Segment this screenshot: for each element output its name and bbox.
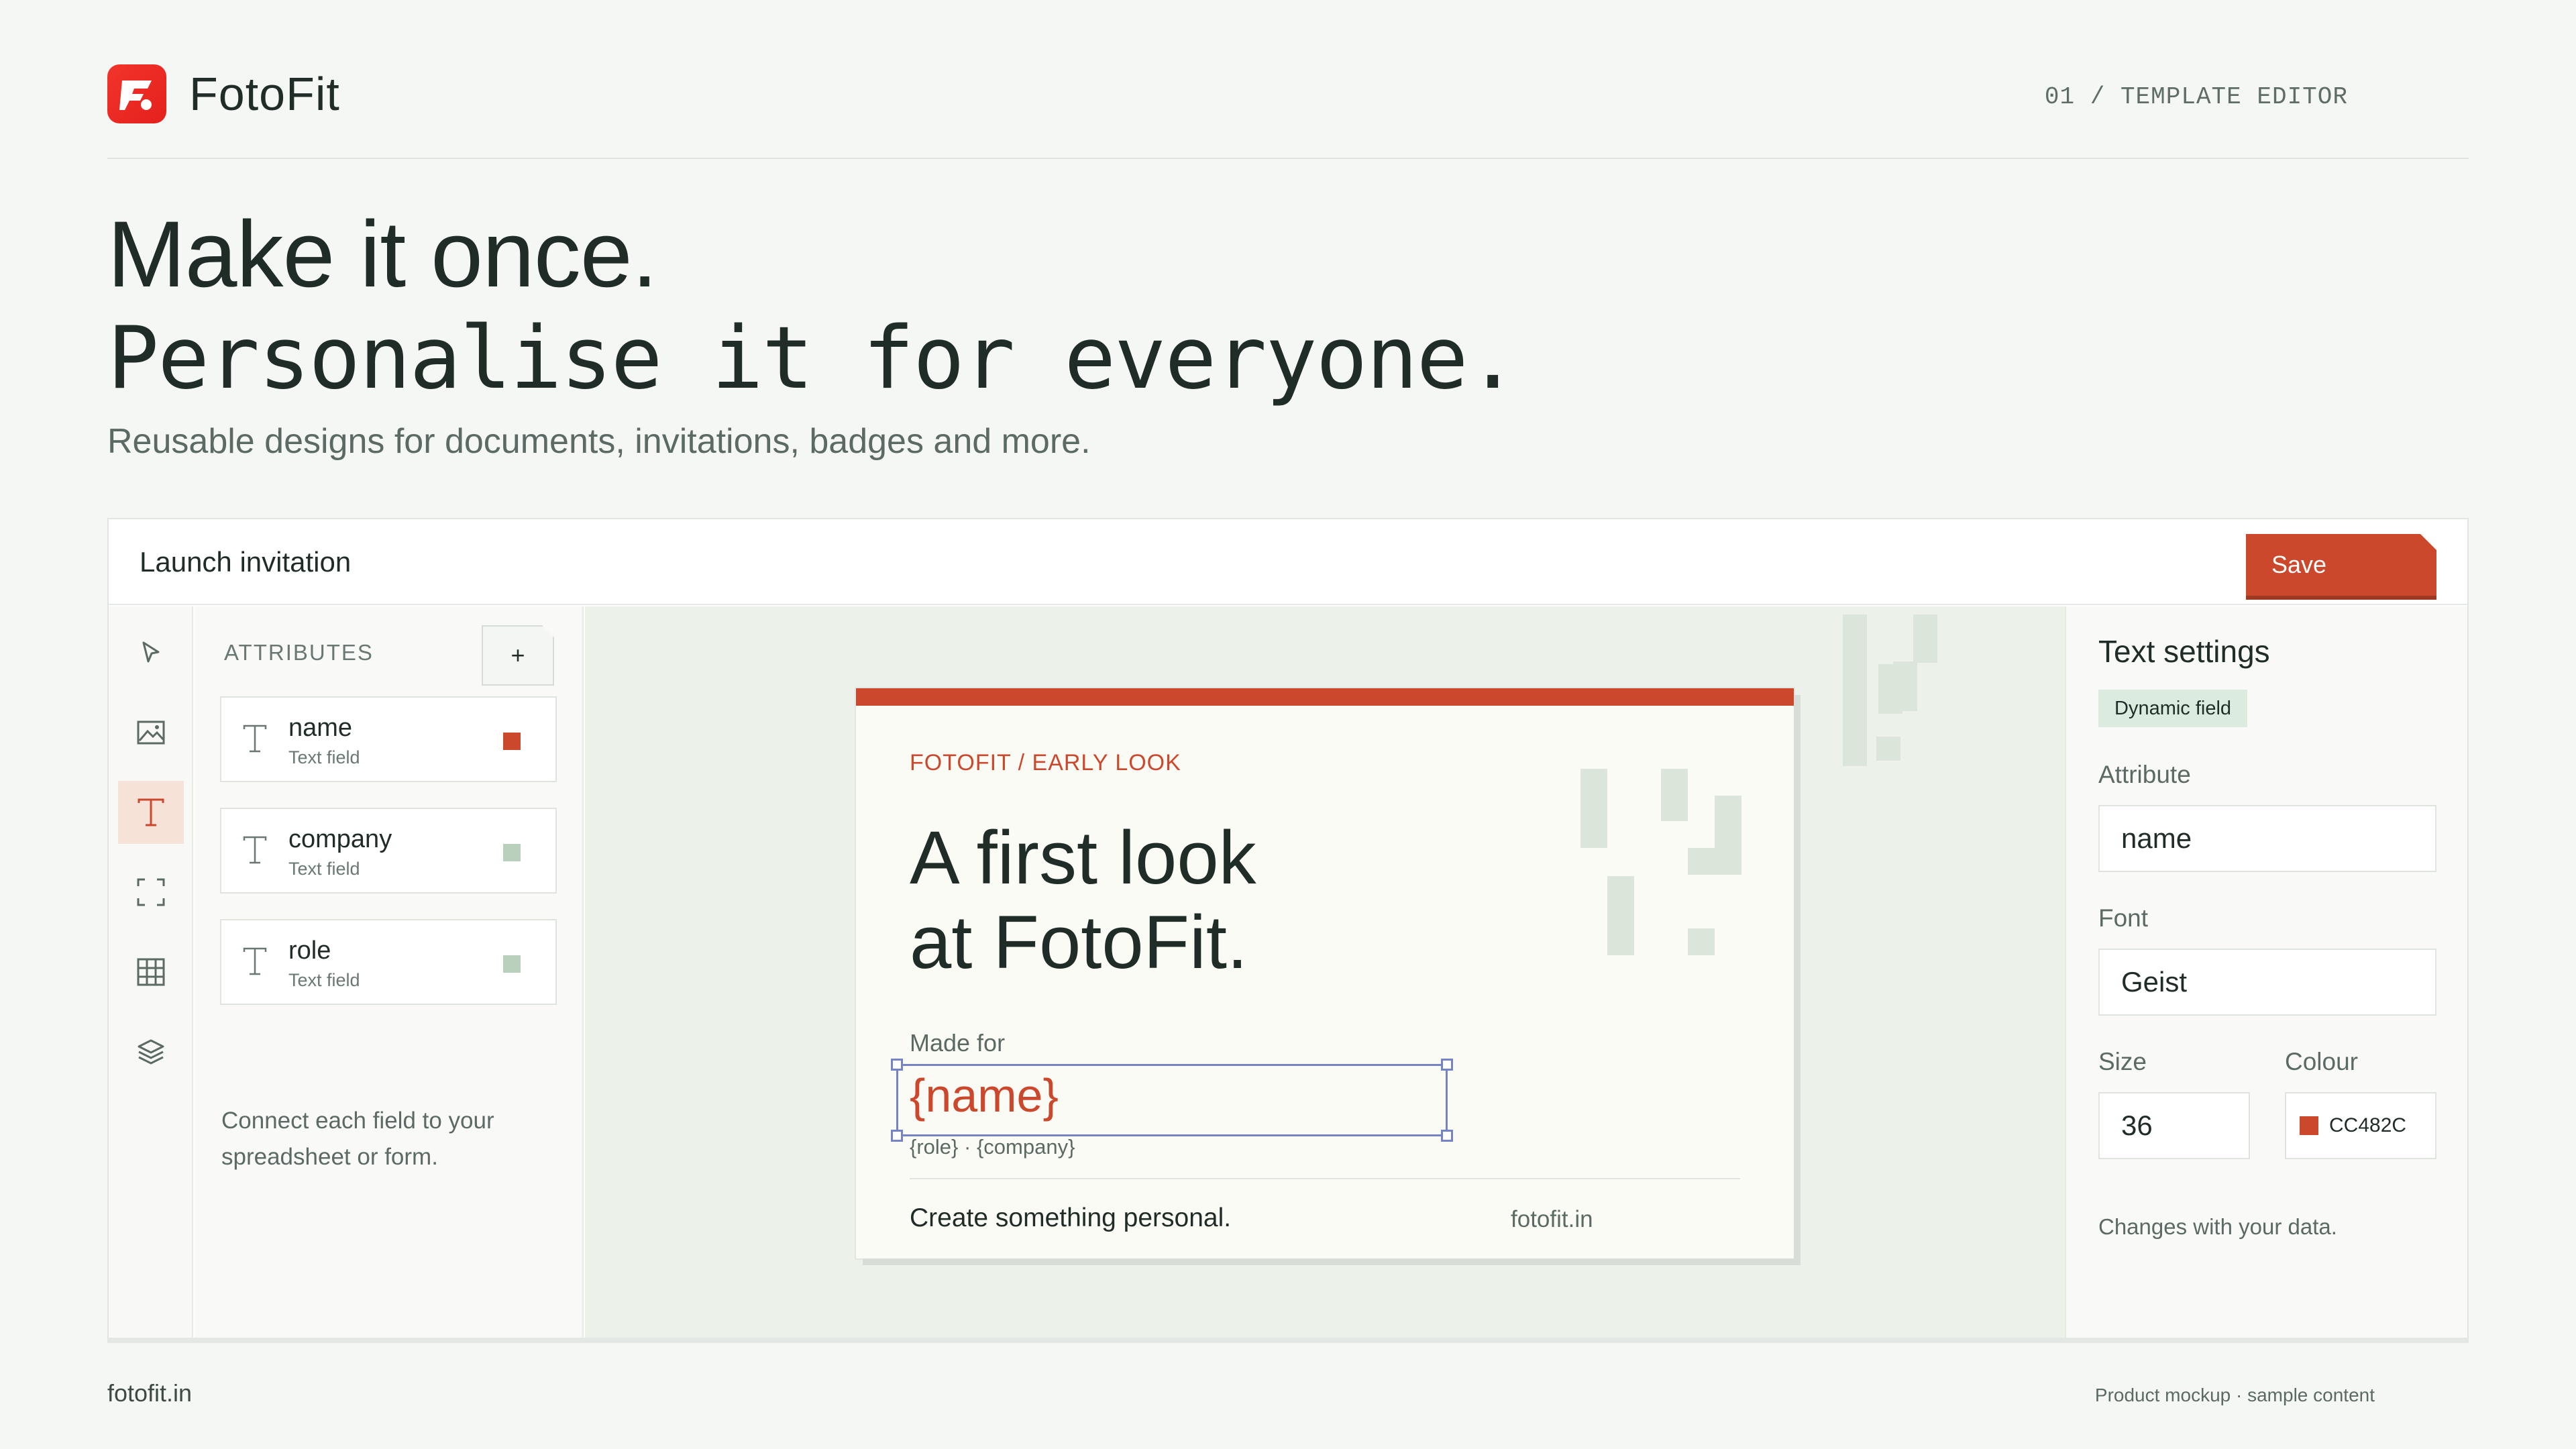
pixel-decoration xyxy=(1878,664,1902,714)
attribute-item-company[interactable]: company Text field xyxy=(220,808,557,894)
hero-subheadline: Personalise it for everyone. xyxy=(107,309,1519,409)
colour-picker[interactable]: CC482C xyxy=(2285,1092,2436,1159)
hero-headline: Make it once. xyxy=(107,201,658,307)
made-for-label: Made for xyxy=(910,1029,1006,1057)
text-field-icon xyxy=(243,836,267,864)
frame-icon xyxy=(137,878,165,906)
pixel-decoration xyxy=(1607,876,1634,955)
resize-handle[interactable] xyxy=(891,1059,903,1071)
settings-hint: Changes with your data. xyxy=(2098,1214,2337,1239)
save-button[interactable]: Save xyxy=(2246,534,2436,596)
card-footer-url[interactable]: fotofit.in xyxy=(1511,1206,1593,1233)
step-label: 01 / TEMPLATE EDITOR xyxy=(2044,83,2348,111)
attribute-type: Text field xyxy=(288,747,360,767)
attribute-color-swatch xyxy=(503,955,521,973)
pixel-decoration xyxy=(1715,796,1741,848)
font-label: Font xyxy=(2098,904,2149,932)
layers-icon xyxy=(138,1039,164,1065)
card-kicker: FOTOFIT / EARLY LOOK xyxy=(910,750,1181,775)
table-tool[interactable] xyxy=(118,941,184,1004)
attribute-item-name[interactable]: name Text field xyxy=(220,696,557,782)
resize-handle[interactable] xyxy=(1441,1059,1453,1071)
attribute-color-swatch xyxy=(503,733,521,750)
frame-tool[interactable] xyxy=(118,861,184,924)
size-label: Size xyxy=(2098,1048,2147,1075)
footer-url[interactable]: fotofit.in xyxy=(107,1379,192,1407)
attribute-type: Text field xyxy=(288,859,360,879)
size-input[interactable]: 36 xyxy=(2098,1092,2250,1159)
card-divider xyxy=(910,1178,1740,1179)
fotofit-logo-icon xyxy=(107,64,166,123)
attribute-select[interactable]: name xyxy=(2098,805,2436,872)
pointer-tool[interactable] xyxy=(118,621,184,684)
font-select[interactable]: Geist xyxy=(2098,949,2436,1016)
card-title-line: at FotoFit. xyxy=(910,900,1248,984)
invitation-card[interactable]: FOTOFIT / EARLY LOOK A first look at Fot… xyxy=(856,688,1794,1258)
pixel-decoration xyxy=(1688,848,1741,875)
dynamic-field-badge: Dynamic field xyxy=(2098,690,2248,727)
brand-name: FotoFit xyxy=(189,68,340,120)
pixel-decoration xyxy=(1688,928,1715,955)
card-footer-text[interactable]: Create something personal. xyxy=(910,1203,1231,1233)
text-settings-panel: Text settings Dynamic field Attribute na… xyxy=(2065,606,2467,1338)
footer-note: Product mockup · sample content xyxy=(2094,1385,2375,1405)
image-icon xyxy=(137,720,165,745)
editor-topbar: Launch invitation Save xyxy=(109,519,2467,605)
card-title: A first look at FotoFit. xyxy=(910,816,1256,985)
name-placeholder-text[interactable]: {name} xyxy=(910,1069,1059,1122)
design-canvas[interactable]: FOTOFIT / EARLY LOOK A first look at Fot… xyxy=(585,606,2068,1338)
attribute-color-swatch xyxy=(503,844,521,861)
attribute-type: Text field xyxy=(288,970,360,990)
pixel-decoration xyxy=(1661,769,1688,821)
attributes-panel: ATTRIBUTES + name Text field company Tex… xyxy=(195,606,584,1338)
document-title[interactable]: Launch invitation xyxy=(140,546,351,578)
card-accent-bar xyxy=(856,688,1794,706)
table-icon xyxy=(137,958,165,986)
colour-swatch xyxy=(2300,1116,2318,1135)
role-company-placeholder[interactable]: {role} · {company} xyxy=(910,1135,1075,1159)
attributes-hint: Connect each field to your spreadsheet o… xyxy=(221,1108,494,1170)
colour-hex-value: CC482C xyxy=(2329,1114,2407,1136)
brand: FotoFit xyxy=(107,64,340,123)
attribute-name: name xyxy=(288,714,353,742)
resize-handle[interactable] xyxy=(1441,1130,1453,1142)
header-divider xyxy=(107,158,2469,159)
pointer-icon xyxy=(142,641,160,663)
settings-title: Text settings xyxy=(2098,634,2270,669)
template-editor: Launch invitation Save ATTRIBUTES + name… xyxy=(107,518,2469,1343)
attribute-item-role[interactable]: role Text field xyxy=(220,919,557,1005)
layers-tool[interactable] xyxy=(118,1020,184,1083)
pixel-decoration xyxy=(1580,769,1607,848)
text-field-icon xyxy=(243,724,267,753)
card-title-line: A first look xyxy=(910,816,1256,900)
pixel-decoration xyxy=(1843,614,1867,766)
colour-label: Colour xyxy=(2285,1048,2358,1075)
pixel-decoration xyxy=(1913,614,1937,663)
resize-handle[interactable] xyxy=(891,1130,903,1142)
attributes-heading: ATTRIBUTES xyxy=(224,640,374,665)
attribute-name: role xyxy=(288,936,331,965)
hero-description: Reusable designs for documents, invitati… xyxy=(107,422,1091,461)
pixel-decoration xyxy=(1876,737,1900,761)
attribute-name: company xyxy=(288,825,392,853)
attribute-label: Attribute xyxy=(2098,761,2191,788)
text-tool[interactable] xyxy=(118,781,184,844)
add-attribute-button[interactable]: + xyxy=(482,625,554,686)
text-icon xyxy=(138,798,164,826)
image-tool[interactable] xyxy=(118,701,184,764)
tool-sidebar xyxy=(109,606,193,1338)
text-field-icon xyxy=(243,947,267,975)
